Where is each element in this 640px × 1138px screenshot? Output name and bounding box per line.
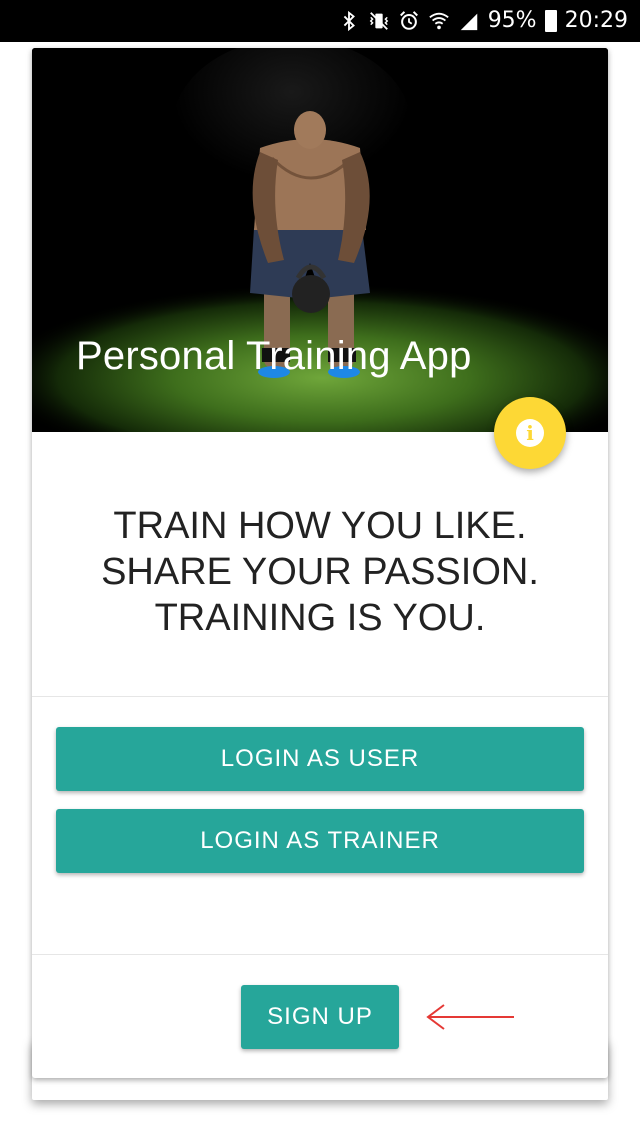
- battery-icon: [544, 10, 557, 32]
- clock: 20:29: [564, 8, 628, 33]
- sign-up-button[interactable]: SIGN UP: [241, 985, 399, 1049]
- status-bar: 95% 20:29: [0, 0, 640, 42]
- bluetooth-icon: [343, 10, 355, 32]
- alarm-icon: [399, 11, 418, 30]
- info-button[interactable]: i: [494, 397, 566, 469]
- red-arrow-annotation: [426, 1004, 514, 1030]
- login-as-user-button[interactable]: LOGIN AS USER: [56, 727, 584, 791]
- divider-top: [32, 696, 608, 697]
- info-icon: i: [516, 419, 544, 447]
- vibrate-icon: [369, 12, 388, 30]
- battery-percent: 95%: [487, 8, 537, 33]
- login-as-trainer-button[interactable]: LOGIN AS TRAINER: [56, 809, 584, 873]
- tagline-line-3: TRAINING IS YOU.: [154, 597, 486, 639]
- login-card: Personal Training App i TRAIN HOW YOU LI…: [32, 48, 608, 1078]
- status-icons: 95% 20:29: [338, 0, 628, 42]
- divider-bottom: [32, 954, 608, 955]
- signal-icon: [460, 13, 477, 31]
- app-title: Personal Training App: [76, 334, 472, 378]
- tagline-line-1: TRAIN HOW YOU LIKE.: [113, 505, 527, 547]
- wifi-icon: [428, 12, 449, 30]
- hero-image: Personal Training App: [32, 48, 608, 432]
- tagline-line-2: SHARE YOUR PASSION.: [101, 551, 539, 593]
- tagline: TRAIN HOW YOU LIKE. SHARE YOUR PASSION. …: [32, 503, 608, 641]
